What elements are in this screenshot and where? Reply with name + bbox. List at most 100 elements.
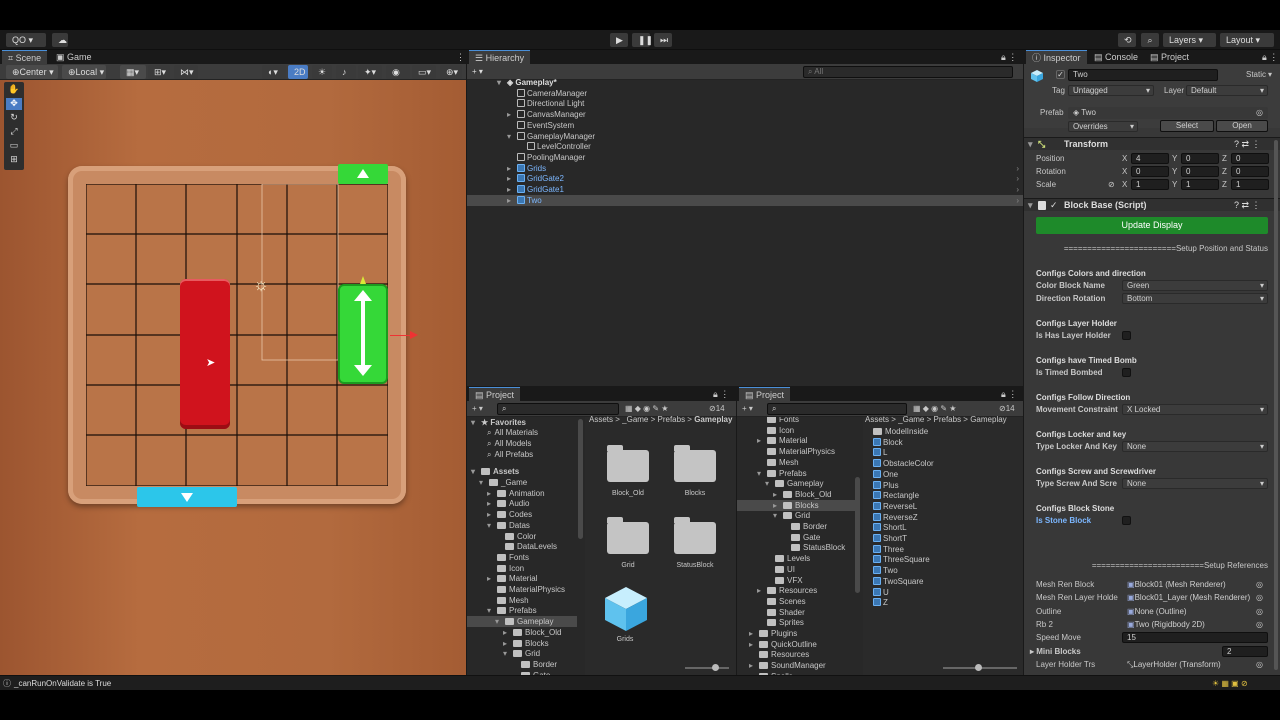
transform-z-field[interactable]: 0 (1231, 166, 1269, 177)
folder-tree-item[interactable]: MaterialPhysics (737, 446, 855, 457)
config-dropdown[interactable]: None (1122, 478, 1268, 489)
asset-list-item[interactable]: ShortL (873, 522, 907, 533)
folder-tree-item[interactable]: ▸ Blocks (737, 499, 855, 511)
green-block[interactable] (338, 284, 388, 384)
bc1-prefabs[interactable]: Prefabs (658, 415, 686, 424)
hierarchy-item[interactable]: ▸ Grids › (467, 163, 1023, 174)
rect-tool-icon[interactable]: ▭ (6, 140, 22, 152)
scale-tool-icon[interactable]: ⤢ (6, 126, 22, 138)
folder-fold-icon[interactable]: ▸ (487, 488, 497, 499)
hierarchy-item[interactable]: ▸ GridGate2 › (467, 173, 1023, 184)
folder-tree-item[interactable]: VFX (737, 575, 855, 586)
transform-x-field[interactable]: 0 (1131, 166, 1169, 177)
camera-icon[interactable]: ▭▾ (412, 65, 436, 79)
layers-dropdown[interactable]: Layers ▾ (1163, 33, 1216, 47)
transform-y-field[interactable]: 0 (1181, 153, 1219, 164)
hierarchy-search-input[interactable]: ⌕ All (803, 66, 1013, 78)
object-picker-icon[interactable]: ◎ (1256, 606, 1263, 617)
folder-tree-item[interactable]: ▸ Blocks (467, 638, 577, 649)
favorite-item[interactable]: ⌕ All Prefabs (487, 449, 533, 460)
tab-project-2[interactable]: ▤ Project (739, 387, 791, 401)
move-gizmo-x-arrow[interactable] (410, 331, 418, 339)
folder-fold-icon[interactable]: ▸ (757, 435, 767, 446)
hierarchy-fold-icon[interactable]: ▸ (507, 163, 517, 174)
layout-dropdown[interactable]: Layout ▾ (1220, 33, 1274, 47)
lighting-icon[interactable]: ☀ (312, 65, 332, 79)
inspector-scrollbar[interactable] (1274, 140, 1278, 670)
layer-dropdown[interactable]: Default (1186, 85, 1268, 96)
project1-tree-scrollbar[interactable] (578, 419, 583, 539)
active-checkbox[interactable]: ✓ (1056, 70, 1065, 79)
folder-tree-item[interactable]: ▸ Block_Old (737, 489, 855, 500)
transform-help-icons[interactable]: ? ⇄ ⋮ (1234, 138, 1261, 150)
folder-tree-item[interactable]: Fonts (467, 552, 577, 563)
folder-tree-item[interactable]: ▾ Datas (467, 520, 577, 531)
project1-zoom-slider[interactable] (685, 667, 729, 669)
favorite-item[interactable]: ⌕ All Materials (487, 427, 538, 438)
tag-dropdown[interactable]: Untagged (1068, 85, 1154, 96)
reference-field[interactable]: ▣Block01_Layer (Mesh Renderer) (1122, 592, 1256, 604)
mini-blocks-count-field[interactable]: 2 (1222, 646, 1268, 657)
folder-tree-item[interactable]: Levels (737, 553, 855, 564)
move-gizmo-y-arrow[interactable] (360, 276, 366, 284)
chevron-right-icon[interactable]: › (1016, 184, 1019, 195)
folder-fold-icon[interactable]: ▾ (757, 468, 767, 479)
object-picker-icon[interactable]: ◎ (1256, 619, 1263, 630)
folder-tree-item[interactable]: ▾ Gameplay (737, 478, 855, 489)
hierarchy-item[interactable]: LevelController (467, 141, 1023, 152)
scene-viewport[interactable]: ✋ ✥ ↻ ⤢ ▭ ⊞ ➤ ☼ (0, 80, 466, 675)
constrain-proportions-icon[interactable]: ⊘ (1108, 179, 1115, 190)
prefab-target-icon[interactable]: ◎ (1256, 107, 1263, 118)
folder-fold-icon[interactable]: ▸ (487, 498, 497, 509)
asset-list-item[interactable]: ObstacleColor (873, 458, 934, 469)
config-dropdown[interactable]: Bottom (1122, 293, 1268, 304)
script-enabled-checkbox[interactable]: ✓ (1050, 199, 1058, 211)
tab-scene[interactable]: ⌗ Scene (2, 50, 48, 64)
folder-tree-item[interactable]: ▾ Grid (737, 510, 855, 521)
asset-list-item[interactable]: ShortT (873, 533, 907, 544)
transform-fold-icon[interactable]: ▾ (1028, 138, 1033, 150)
bc2-assets[interactable]: Assets (865, 415, 889, 424)
status-message[interactable]: _canRunOnValidate is True (14, 678, 111, 689)
config-checkbox[interactable] (1122, 516, 1131, 525)
transform-header[interactable]: ▾ ⤡ Transform ? ⇄ ⋮ (1024, 137, 1280, 150)
folder-tree-item[interactable]: Icon (467, 563, 577, 574)
hierarchy-item[interactable]: Directional Light (467, 98, 1023, 109)
folder-fold-icon[interactable]: ▸ (773, 489, 783, 500)
layer-holder-field[interactable]: ⤡LayerHolder (Transform) (1122, 659, 1268, 670)
bc2-game[interactable]: _Game (898, 415, 924, 424)
project2-filter-icons[interactable]: ▦ ◆ ◉ ✎ ★ (913, 403, 956, 414)
hierarchy-item[interactable]: EventSystem (467, 120, 1023, 131)
asset-list-item[interactable]: Z (873, 597, 888, 608)
space-dropdown[interactable]: ⊕Local ▾ (62, 65, 106, 79)
move-gizmo-x-axis[interactable] (390, 335, 412, 336)
folder-fold-icon[interactable]: ▾ (487, 605, 497, 616)
folder-tree-item[interactable]: ▸ Codes (467, 509, 577, 520)
asset-list-item[interactable]: Three (873, 544, 904, 555)
asset-list-item[interactable]: Rectangle (873, 490, 919, 501)
folder-icon-blocks[interactable] (674, 445, 716, 482)
hierarchy-fold-icon[interactable]: ▸ (507, 109, 517, 120)
transform-x-field[interactable]: 4 (1131, 153, 1169, 164)
folder-tree-item[interactable]: Resources (737, 649, 855, 660)
transform-tool-icon[interactable]: ⊞ (6, 154, 22, 166)
reference-field[interactable]: ▣Two (Rigidbody 2D) (1122, 618, 1256, 630)
prefab-cube-icon[interactable] (603, 585, 649, 633)
overrides-dropdown[interactable]: Overrides (1068, 121, 1138, 132)
project1-filter-icons[interactable]: ▦ ◆ ◉ ✎ ★ (625, 403, 668, 414)
asset-list-item[interactable]: ModelInside (873, 426, 928, 437)
select-button[interactable]: Select (1160, 120, 1214, 132)
folder-tree-item[interactable]: ▸ Material (467, 573, 577, 584)
project2-tree-scrollbar[interactable] (855, 477, 860, 593)
asset-list-item[interactable]: ReverseL (873, 501, 917, 512)
hierarchy-item[interactable]: ▾ GameplayManager (467, 131, 1023, 142)
hierarchy-fold-icon[interactable]: ▸ (507, 195, 517, 206)
asset-list-item[interactable]: One (873, 469, 898, 480)
cloud-icon[interactable]: ☁ (52, 33, 68, 47)
asset-list-item[interactable]: ThreeSquare (873, 554, 930, 565)
folder-icon-block-old[interactable] (607, 445, 649, 482)
hand-tool-icon[interactable]: ✋ (6, 84, 22, 96)
folder-tree-item[interactable]: Shader (737, 607, 855, 618)
add-object-button[interactable]: + ▾ (472, 66, 483, 77)
pivot-dropdown[interactable]: ⊕Center ▾ (6, 65, 58, 79)
